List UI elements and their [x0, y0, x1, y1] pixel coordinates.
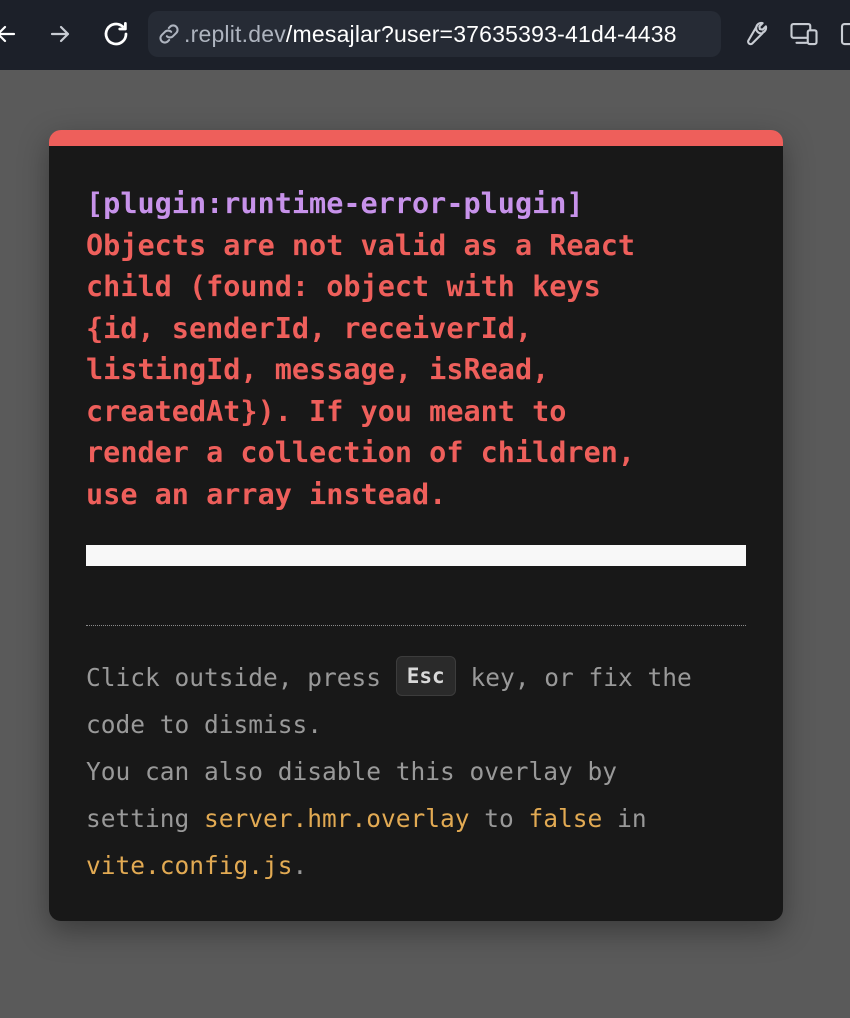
arrow-right-icon [50, 25, 70, 43]
error-overlay: [plugin:runtime-error-plugin] Objects ar… [49, 130, 783, 921]
error-line: child (found: object with keys [86, 270, 601, 303]
error-message: [plugin:runtime-error-plugin] Objects ar… [86, 183, 726, 515]
device-mode-button[interactable] [784, 14, 824, 54]
browser-toolbar: .replit.dev/mesajlar?user=37635393-41d4-… [0, 0, 850, 70]
reload-icon [104, 22, 128, 46]
devices-icon [790, 22, 818, 46]
window-button[interactable] [832, 14, 850, 54]
divider [86, 625, 746, 626]
setting-name: server.hmr.overlay [204, 804, 470, 833]
arrow-left-icon [0, 25, 16, 43]
address-bar[interactable]: .replit.dev/mesajlar?user=37635393-41d4-… [148, 11, 721, 57]
setting-value: false [528, 804, 603, 833]
esc-key: Esc [395, 656, 456, 696]
back-button[interactable] [0, 14, 26, 54]
error-line: use an array instead. [86, 477, 447, 511]
error-line: {id, senderId, receiverId, [86, 311, 533, 345]
tip-text: setting [86, 804, 205, 833]
wrench-icon [747, 21, 768, 46]
error-line: listingId, message, isRead, [86, 353, 550, 386]
dismiss-tip: Click outside, press Esc key, or fix the… [86, 654, 756, 889]
url-host: .replit.dev [184, 20, 286, 47]
tip-text: in [602, 804, 647, 833]
tip-text: key, or fix the [455, 663, 692, 692]
tip-text: to [469, 804, 529, 833]
tip-text: Click outside, press [86, 663, 396, 692]
error-line: createdAt}). If you meant to [86, 394, 567, 428]
tip-text: You can also disable this overlay by [86, 757, 618, 786]
error-stack-box [86, 545, 746, 566]
error-line: render a collection of children, [86, 436, 636, 469]
error-plugin-name: [plugin:runtime-error-plugin] [86, 187, 584, 220]
window-icon [840, 22, 850, 46]
forward-button[interactable] [40, 14, 80, 54]
tip-text: . [292, 851, 308, 880]
url-text: .replit.dev/mesajlar?user=37635393-41d4-… [184, 21, 677, 48]
tip-text: code to dismiss. [86, 710, 323, 739]
error-line: Objects are not valid as a React [86, 228, 636, 262]
reload-button[interactable] [96, 14, 136, 54]
config-file-name: vite.config.js [86, 851, 293, 880]
link-icon [159, 24, 179, 44]
devtools-button[interactable] [733, 14, 773, 54]
url-path: /mesajlar?user=37635393-41d4-4438 [285, 20, 677, 47]
